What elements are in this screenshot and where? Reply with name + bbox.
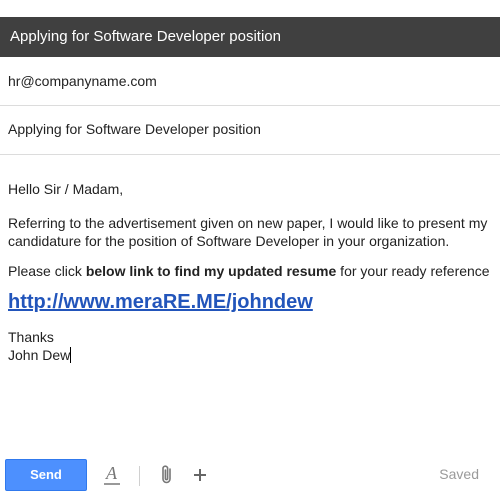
resume-link[interactable]: http://www.meraRE.ME/johndew <box>8 289 313 315</box>
paragraph-line-2: candidature for the position of Software… <box>8 233 450 249</box>
signature-line: John Dew <box>8 346 500 364</box>
saved-status: Saved <box>439 466 479 482</box>
toolbar-divider <box>139 466 140 486</box>
greeting-line: Hello Sir / Madam, <box>8 181 124 197</box>
text-cursor <box>70 347 72 363</box>
compose-toolbar: Send A Saved <box>0 452 500 500</box>
compose-title: Applying for Software Developer position <box>10 28 281 45</box>
click-instruction: Please click below link to find my updat… <box>8 262 500 280</box>
paperclip-icon[interactable] <box>155 462 179 488</box>
paragraph-line-1: Referring to the advertisement given on … <box>8 215 488 231</box>
format-text-icon[interactable]: A <box>100 462 124 488</box>
subject-text: Applying for Software Developer position <box>8 121 261 137</box>
click-prefix: Please click <box>8 263 86 279</box>
thanks-line: Thanks <box>8 329 54 345</box>
svg-text:A: A <box>105 463 118 483</box>
click-suffix: for your ready reference <box>336 263 490 279</box>
signature-name: John Dew <box>8 347 71 363</box>
compose-title-bar[interactable]: Applying for Software Developer position <box>0 17 500 57</box>
click-bold-text: below link to find my updated resume <box>85 263 337 279</box>
compose-window: Applying for Software Developer position… <box>0 0 500 500</box>
plus-icon[interactable] <box>188 462 212 488</box>
recipient-address: hr@companyname.com <box>8 73 157 89</box>
send-button[interactable]: Send <box>5 459 87 491</box>
to-field[interactable]: hr@companyname.com <box>0 58 500 106</box>
subject-field[interactable]: Applying for Software Developer position <box>0 106 500 155</box>
message-body[interactable]: Hello Sir / Madam, Referring to the adve… <box>8 180 500 364</box>
